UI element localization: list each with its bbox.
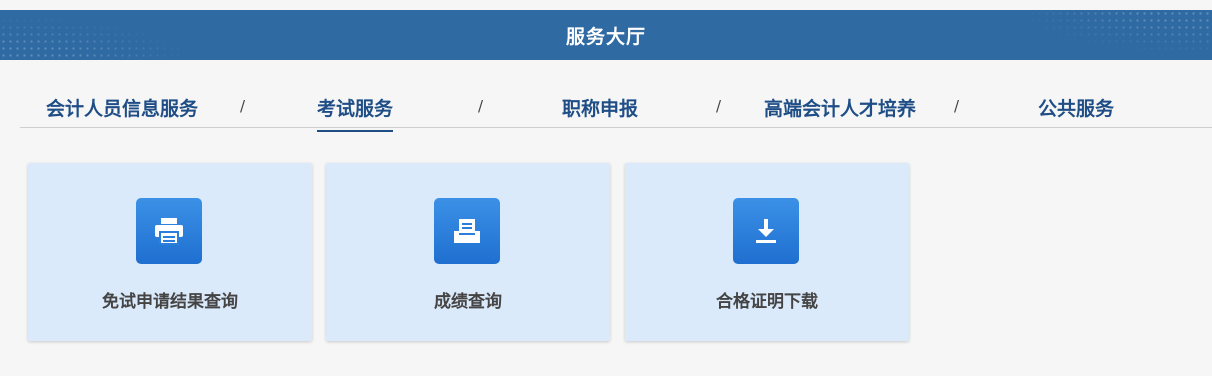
card-score-query[interactable]: 成绩查询: [326, 163, 610, 341]
card-certificate-download[interactable]: 合格证明下载: [625, 163, 909, 341]
tab-separator: /: [716, 97, 722, 115]
download-icon: [733, 198, 799, 264]
tab-separator: /: [240, 97, 246, 115]
card-label: 免试申请结果查询: [102, 292, 238, 312]
tab-separator: /: [478, 97, 484, 115]
tab-title-application[interactable]: 职称申报: [562, 94, 638, 130]
top-strip: [0, 0, 1212, 10]
printer-icon: [136, 198, 202, 264]
card-label: 合格证明下载: [716, 292, 818, 312]
tab-exam-service[interactable]: 考试服务: [317, 94, 394, 132]
header-bar: 服务大厅: [0, 10, 1212, 60]
card-exemption-result-query[interactable]: 免试申请结果查询: [28, 163, 312, 341]
tray-document-icon: [434, 198, 500, 264]
tab-senior-talent-training[interactable]: 高端会计人才培养: [764, 94, 916, 130]
page-title: 服务大厅: [565, 25, 646, 48]
tab-public-service[interactable]: 公共服务: [1038, 94, 1114, 130]
header-decoration-right: [952, 10, 1212, 60]
card-label: 成绩查询: [434, 292, 502, 312]
service-tabs: 会计人员信息服务 / 考试服务 / 职称申报 / 高端会计人才培养 / 公共服务: [20, 88, 1212, 132]
header-decoration-left: [0, 10, 260, 60]
tab-accountant-info-service[interactable]: 会计人员信息服务: [46, 94, 198, 130]
service-cards: 免试申请结果查询 成绩查询 合格证明下载: [0, 128, 1212, 341]
tab-separator: /: [954, 97, 960, 115]
